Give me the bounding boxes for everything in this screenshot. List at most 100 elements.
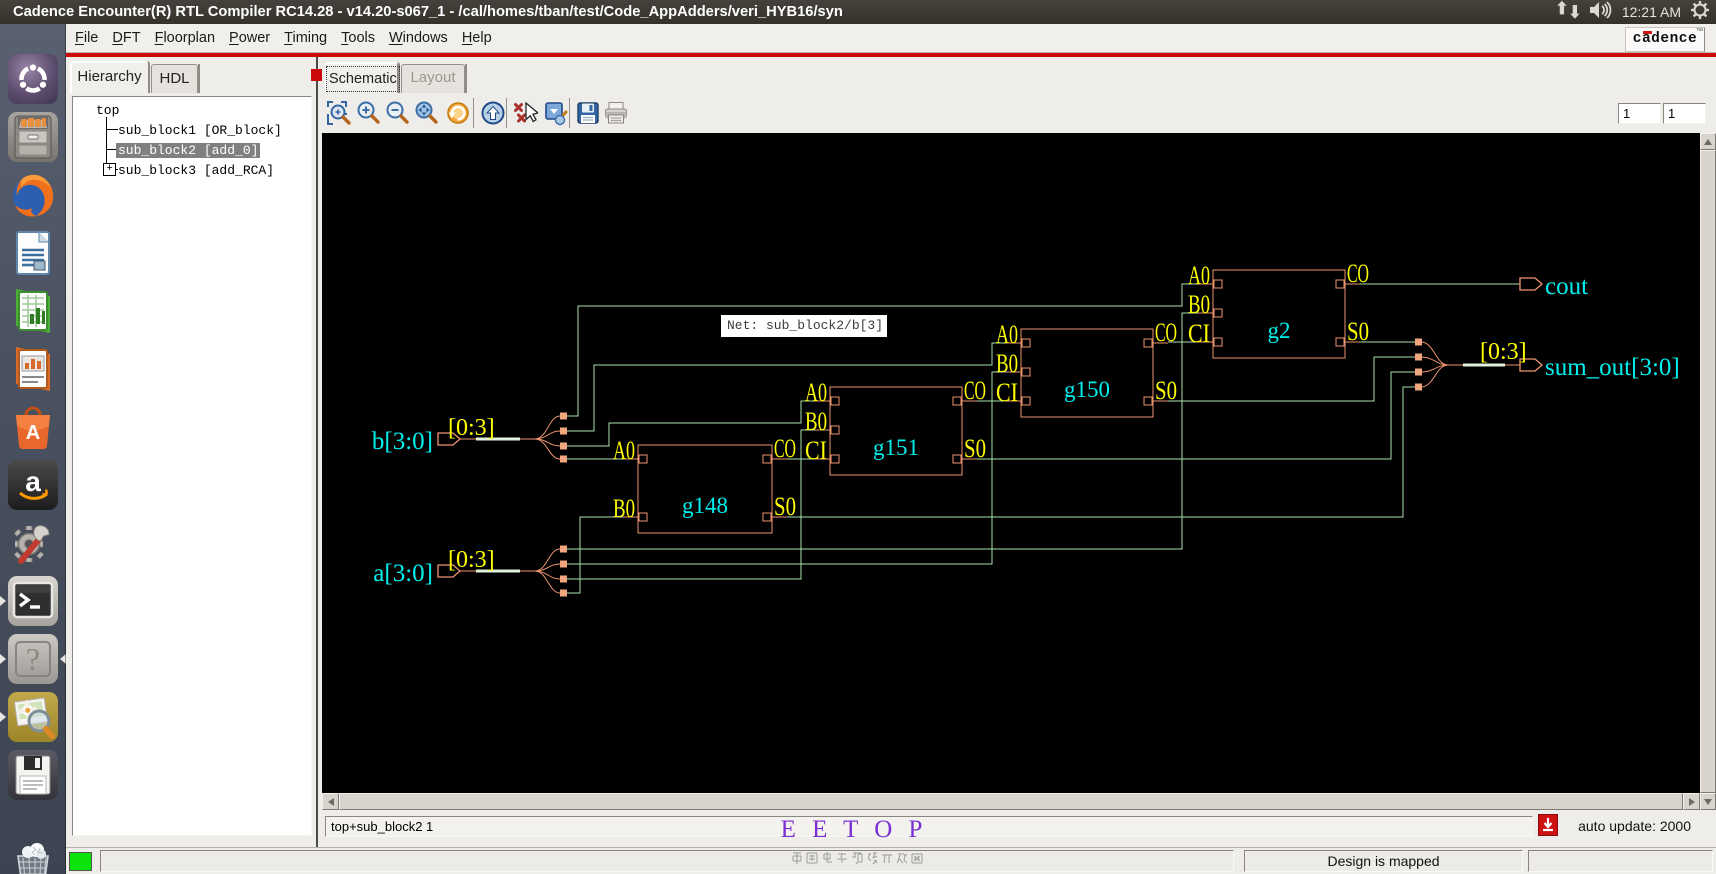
tree-node[interactable]: sub_block2 [add_0] — [116, 143, 261, 158]
tab-hierarchy[interactable]: Hierarchy — [70, 61, 149, 93]
launcher-item-floppy-save[interactable] — [8, 750, 58, 800]
volume-icon[interactable] — [1589, 0, 1613, 25]
zoomregion-icon — [327, 101, 351, 125]
net-a0 — [566, 516, 623, 594]
tab-separator — [148, 64, 150, 93]
launcher-item-dash-home[interactable] — [8, 54, 58, 104]
schematic-canvas[interactable]: A0 B0 CO S0 g148 A0 B0 CI CO S0 g151 A0 B0 CI CO S0 g150… — [322, 133, 1700, 793]
scroll-left-icon — [327, 798, 334, 806]
pin-square — [830, 425, 840, 435]
pin-square — [1335, 279, 1345, 289]
block-g150: A0B0CI CO S0 g150 — [996, 318, 1177, 418]
refresh-button[interactable] — [445, 100, 471, 126]
toolbar-separator — [506, 98, 507, 128]
tab-separator — [397, 64, 399, 93]
launcher-item-libreoffice-impress[interactable] — [8, 344, 58, 394]
pin-label-CI: CI — [805, 436, 827, 465]
pin-square — [1335, 337, 1345, 347]
launcher-item-trash[interactable] — [8, 840, 58, 874]
zoom-out-button[interactable] — [384, 100, 410, 126]
print-button[interactable] — [603, 100, 629, 126]
menu-file[interactable]: File — [68, 24, 105, 52]
instance-label-g148: g148 — [682, 493, 728, 518]
menu-power[interactable]: Power — [222, 24, 277, 52]
cjk-char — [837, 853, 847, 863]
network-updown-icon[interactable] — [1554, 0, 1580, 25]
launcher-item-terminal[interactable] — [8, 576, 58, 626]
clock[interactable]: 12:21 AM — [1622, 4, 1681, 20]
tab-schematic[interactable]: Schematic — [325, 62, 400, 93]
unity-launcher: Aa? — [0, 24, 66, 874]
pin-square — [952, 396, 962, 406]
panel-splitter[interactable] — [316, 57, 318, 847]
launcher-item-screenshot-tool[interactable] — [8, 692, 58, 742]
launcher-item-system-settings[interactable] — [8, 518, 58, 568]
scroll-left-button[interactable] — [322, 793, 339, 810]
net-sum1 — [977, 371, 1415, 460]
vertical-scroll-thumb[interactable] — [1700, 150, 1716, 793]
watermark-eetop: E E T O P — [780, 816, 928, 843]
port-label: a[3:0] — [373, 560, 433, 587]
select-options-button[interactable] — [543, 100, 569, 126]
up-hierarchy-button[interactable] — [480, 100, 506, 126]
scroll-down-button[interactable] — [1700, 793, 1716, 810]
splitter-handle[interactable] — [311, 69, 322, 81]
tree-expander[interactable]: + — [103, 163, 116, 176]
scroll-up-button[interactable] — [1700, 133, 1716, 150]
vertical-scrollbar[interactable] — [1700, 133, 1716, 810]
zoomout-icon — [386, 101, 409, 124]
fan-square — [1415, 338, 1422, 346]
launcher-item-software-center[interactable]: A — [8, 402, 58, 452]
tree-node[interactable]: sub_block3 [add_RCA] — [118, 163, 274, 178]
pin-square — [762, 454, 772, 464]
port-arrow — [1519, 277, 1543, 291]
launcher-item-libreoffice-calc[interactable] — [8, 286, 58, 336]
save-button[interactable] — [575, 100, 601, 126]
menu-dft[interactable]: DFT — [105, 24, 147, 52]
remove-highlight-button[interactable] — [512, 100, 540, 126]
fan-square — [560, 442, 567, 450]
pin-label-B0: B0 — [1188, 290, 1210, 319]
tree-node[interactable]: sub_block1 [OR_block] — [118, 123, 282, 138]
instance-label-g2: g2 — [1268, 318, 1291, 343]
block-outline — [1212, 269, 1346, 359]
pin-label-A0: A0 — [996, 320, 1018, 349]
tree-line — [106, 129, 118, 130]
zoom-fit-button[interactable] — [413, 100, 439, 126]
launcher-item-files[interactable] — [8, 112, 58, 162]
fan-square — [560, 545, 567, 553]
tab-layout[interactable]: Layout — [401, 64, 465, 93]
menu-floorplan[interactable]: Floorplan — [148, 24, 222, 52]
system-tray: 12:21 AM — [1554, 0, 1710, 24]
svg-text:?: ? — [26, 641, 40, 677]
zoom-in-button[interactable] — [355, 100, 381, 126]
session-gear-icon[interactable] — [1690, 0, 1710, 25]
launcher-item-cadence-app[interactable]: ? — [8, 634, 58, 684]
tab-label: HDL — [159, 70, 190, 87]
bus-width-label: [0:3] — [448, 547, 495, 573]
cjk-char — [882, 854, 892, 864]
block-outline — [1020, 328, 1154, 418]
pin-label-S0: S0 — [1347, 317, 1369, 346]
menu-windows[interactable]: Windows — [382, 24, 455, 52]
fan-square — [560, 427, 567, 435]
cjk-char — [806, 852, 818, 864]
net-a3 — [566, 312, 1198, 550]
launcher-item-amazon[interactable]: a — [8, 460, 58, 510]
launcher-item-libreoffice-writer[interactable] — [8, 228, 58, 278]
launcher-item-firefox[interactable] — [8, 170, 58, 220]
port-label: cout — [1545, 273, 1588, 300]
scroll-right-button[interactable] — [1683, 793, 1700, 810]
tree-root[interactable]: top — [96, 103, 119, 118]
horizontal-scroll-thumb[interactable] — [339, 793, 1683, 810]
question-icon: ? — [15, 641, 51, 677]
cjk-watermark-svg — [792, 852, 923, 865]
menu-tools[interactable]: Tools — [334, 24, 382, 52]
fan-square — [560, 560, 567, 568]
tab-hdl[interactable]: HDL — [151, 64, 198, 93]
menu-timing[interactable]: Timing — [277, 24, 334, 52]
zoom-region-button[interactable] — [326, 100, 352, 126]
menu-help[interactable]: Help — [455, 24, 499, 52]
pin-square — [1021, 396, 1031, 406]
horizontal-scrollbar[interactable] — [322, 793, 1700, 810]
